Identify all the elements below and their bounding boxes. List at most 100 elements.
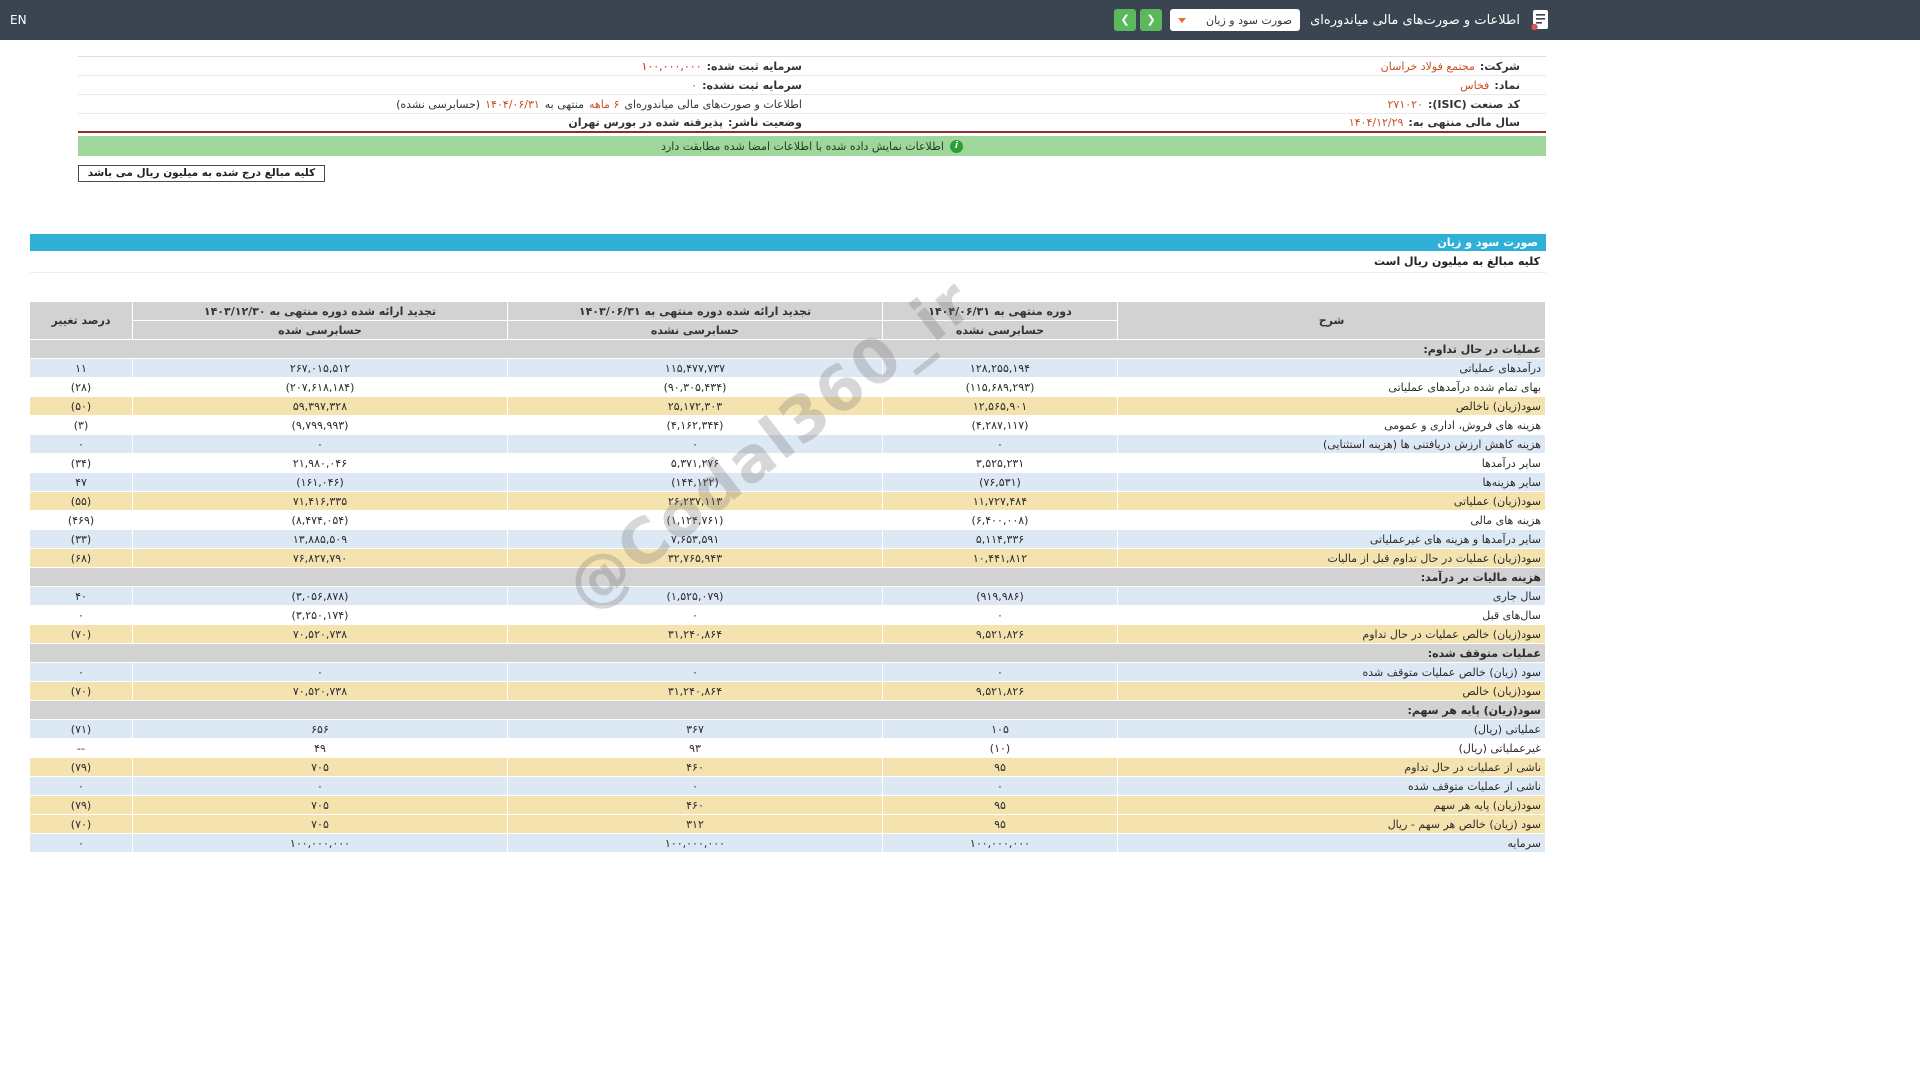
col-header-description: شرح: [1118, 302, 1546, 340]
table-row: هزینه های فروش، اداری و عمومی(۴,۲۸۷,۱۱۷)…: [30, 416, 1546, 435]
row-label: سود(زیان) عملیاتی: [1118, 492, 1546, 511]
value-percent-change: ۴۷: [30, 473, 133, 492]
value-percent-change: (۲۸): [30, 378, 133, 397]
value-prior-period: ۵,۳۷۱,۲۷۶: [508, 454, 883, 473]
info-icon: i: [950, 140, 963, 153]
value-current-period: ۱۰,۴۴۱,۸۱۲: [883, 549, 1118, 568]
value-annual-period: ۴۹: [133, 739, 508, 758]
value-current-period: (۷۶,۵۳۱): [883, 473, 1118, 492]
info-row-symbol-capital: نماد: فخاس سرمایه ثبت نشده: ۰: [78, 76, 1546, 95]
table-row: سایر هزینه‌ها(۷۶,۵۳۱)(۱۴۴,۱۲۲)(۱۶۱,۰۴۶)۴…: [30, 473, 1546, 492]
financial-statements-icon: [1530, 9, 1550, 31]
period-mid: منتهی به: [545, 98, 584, 111]
period-prefix: اطلاعات و صورت‌های مالی میاندوره‌ای: [624, 98, 802, 111]
table-row: هزینه های مالی(۶,۴۰۰,۰۰۸)(۱,۱۲۴,۷۶۱)(۸,۴…: [30, 511, 1546, 530]
table-row: سود(زیان) خالص عملیات در حال تداوم۹,۵۲۱,…: [30, 625, 1546, 644]
symbol-value: فخاس: [1460, 79, 1489, 92]
value-percent-change: (۷۰): [30, 625, 133, 644]
value-percent-change: ۰: [30, 435, 133, 454]
language-switch-link[interactable]: EN: [10, 13, 27, 27]
table-header: شرح دوره منتهی به ۱۴۰۴/۰۶/۳۱ تجدید ارائه…: [30, 302, 1546, 340]
col-subheader-current-audit: حسابرسی نشده: [883, 321, 1118, 340]
col-header-percent-change: درصد تغییر: [30, 302, 133, 340]
value-percent-change: (۳): [30, 416, 133, 435]
section-label: سود(زیان) پایه هر سهم:: [30, 701, 1546, 720]
row-label: بهای تمام شده درآمدهای عملیاتی: [1118, 378, 1546, 397]
value-prior-period: ۳۶۷: [508, 720, 883, 739]
value-annual-period: ۷۰,۵۲۰,۷۳۸: [133, 682, 508, 701]
value-annual-period: ۰: [133, 435, 508, 454]
value-prior-period: (۱,۵۲۵,۰۷۹): [508, 587, 883, 606]
value-current-period: ۰: [883, 435, 1118, 454]
table-row: درآمدهای عملیاتی۱۲۸,۲۵۵,۱۹۴۱۱۵,۴۷۷,۷۳۷۲۶…: [30, 359, 1546, 378]
signed-data-alert: i اطلاعات نمایش داده شده با اطلاعات امضا…: [78, 136, 1546, 156]
registered-capital-value: ۱۰۰,۰۰۰,۰۰۰: [641, 60, 701, 73]
value-percent-change: (۵۵): [30, 492, 133, 511]
section-row: هزینه مالیات بر درآمد:: [30, 568, 1546, 587]
value-annual-period: ۵۹,۳۹۷,۳۲۸: [133, 397, 508, 416]
value-prior-period: (۱,۱۲۴,۷۶۱): [508, 511, 883, 530]
value-annual-period: ۶۵۶: [133, 720, 508, 739]
row-label: سود(زیان) خالص: [1118, 682, 1546, 701]
row-label: هزینه کاهش ارزش دریافتنی ها (هزینه استثن…: [1118, 435, 1546, 454]
row-label: سود(زیان) پایه هر سهم: [1118, 796, 1546, 815]
table-row: سود (زیان) خالص عملیات متوقف شده۰۰۰۰: [30, 663, 1546, 682]
fiscal-year-value: ۱۴۰۴/۱۲/۲۹: [1349, 116, 1404, 129]
table-row: غیرعملیاتی (ریال)(۱۰)۹۳۴۹--: [30, 739, 1546, 758]
value-percent-change: (۷۹): [30, 758, 133, 777]
row-label: ناشی از عملیات در حال تداوم: [1118, 758, 1546, 777]
value-percent-change: (۶۸): [30, 549, 133, 568]
value-annual-period: (۹,۷۹۹,۹۹۳): [133, 416, 508, 435]
statement-table-body: عملیات در حال تداوم:درآمدهای عملیاتی۱۲۸,…: [30, 340, 1546, 853]
value-current-period: ۱۰۵: [883, 720, 1118, 739]
row-label: هزینه های مالی: [1118, 511, 1546, 530]
value-annual-period: ۷۱,۴۱۶,۳۳۵: [133, 492, 508, 511]
statement-type-select[interactable]: صورت سود و زیان: [1170, 9, 1300, 31]
value-annual-period: ۰: [133, 777, 508, 796]
row-label: سال جاری: [1118, 587, 1546, 606]
section-label: عملیات در حال تداوم:: [30, 340, 1546, 359]
value-prior-period: ۴۶۰: [508, 758, 883, 777]
value-prior-period: ۰: [508, 777, 883, 796]
publisher-status-field: وضعیت ناشر: پذیرفته شده در بورس تهران: [84, 116, 802, 129]
fiscal-year-field: سال مالی منتهی به: ۱۴۰۴/۱۲/۲۹: [802, 116, 1520, 129]
value-current-period: (۶,۴۰۰,۰۰۸): [883, 511, 1118, 530]
col-subheader-prior-audit: حسابرسی نشده: [508, 321, 883, 340]
value-current-period: ۱۲۸,۲۵۵,۱۹۴: [883, 359, 1118, 378]
row-label: سود(زیان) خالص عملیات در حال تداوم: [1118, 625, 1546, 644]
info-row-isic-period: کد صنعت (ISIC): ۲۷۱۰۲۰ اطلاعات و صورت‌ها…: [78, 95, 1546, 114]
value-prior-period: ۰: [508, 606, 883, 625]
isic-value: ۲۷۱۰۲۰: [1388, 98, 1423, 111]
value-current-period: ۰: [883, 606, 1118, 625]
value-annual-period: ۲۶۷,۰۱۵,۵۱۲: [133, 359, 508, 378]
value-percent-change: (۷۹): [30, 796, 133, 815]
table-row: سود (زیان) خالص هر سهم - ریال۹۵۳۱۲۷۰۵(۷۰…: [30, 815, 1546, 834]
row-label: عملیاتی (ریال): [1118, 720, 1546, 739]
period-end-date: ۱۴۰۴/۰۶/۳۱: [485, 98, 540, 111]
fiscal-year-label: سال مالی منتهی به:: [1408, 116, 1520, 129]
value-percent-change: (۷۰): [30, 815, 133, 834]
table-row: ناشی از عملیات متوقف شده۰۰۰۰: [30, 777, 1546, 796]
table-row: سود(زیان) عملیاتی۱۱,۷۲۷,۴۸۴۲۶,۲۳۷,۱۱۳۷۱,…: [30, 492, 1546, 511]
row-label: سود(زیان) عملیات در حال تداوم قبل از مال…: [1118, 549, 1546, 568]
value-current-period: ۹۵: [883, 758, 1118, 777]
table-row: سایر درآمدها۳,۵۲۵,۲۳۱۵,۳۷۱,۲۷۶۲۱,۹۸۰,۰۴۶…: [30, 454, 1546, 473]
top-navbar: اطلاعات و صورت‌های مالی میاندوره‌ای صورت…: [0, 0, 1920, 40]
previous-statement-button[interactable]: ❯: [1114, 9, 1136, 31]
registered-capital-field: سرمایه ثبت شده: ۱۰۰,۰۰۰,۰۰۰: [84, 60, 802, 73]
table-row: هزینه کاهش ارزش دریافتنی ها (هزینه استثن…: [30, 435, 1546, 454]
value-current-period: ۱۲,۵۶۵,۹۰۱: [883, 397, 1118, 416]
value-annual-period: ۷۰۵: [133, 758, 508, 777]
amount-unit-note-box: کلیه مبالغ درج شده به میلیون ریال می باش…: [78, 165, 325, 182]
statement-type-selected-value: صورت سود و زیان: [1206, 14, 1292, 27]
page-content: شرکت: مجتمع فولاد خراسان سرمایه ثبت شده:…: [30, 56, 1546, 853]
next-statement-button[interactable]: ❮: [1140, 9, 1162, 31]
value-prior-period: ۳۱۲: [508, 815, 883, 834]
section-label: عملیات متوقف شده:: [30, 644, 1546, 663]
value-prior-period: ۳۱,۲۴۰,۸۶۴: [508, 682, 883, 701]
row-label: ناشی از عملیات متوقف شده: [1118, 777, 1546, 796]
value-prior-period: ۹۳: [508, 739, 883, 758]
value-current-period: ۹,۵۲۱,۸۲۶: [883, 625, 1118, 644]
table-row: بهای تمام شده درآمدهای عملیاتی(۱۱۵,۶۸۹,۲…: [30, 378, 1546, 397]
row-label: هزینه های فروش، اداری و عمومی: [1118, 416, 1546, 435]
